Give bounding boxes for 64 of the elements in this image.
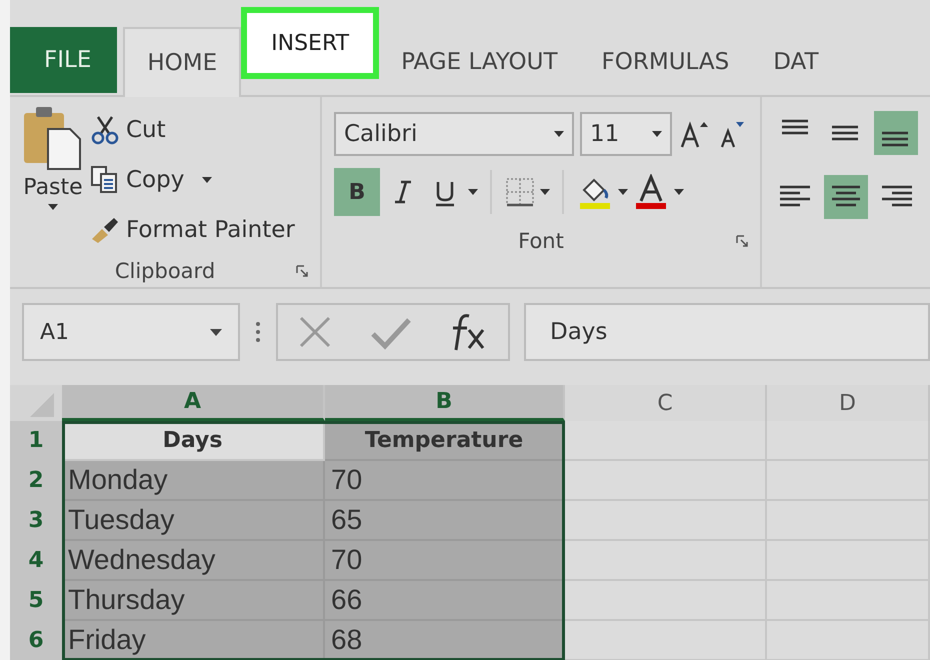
caret-icon bbox=[652, 131, 662, 137]
column-header[interactable]: B bbox=[325, 385, 565, 421]
table-cell[interactable] bbox=[565, 461, 767, 501]
caret-icon[interactable] bbox=[540, 189, 550, 195]
copy-icon bbox=[90, 165, 120, 195]
table-cell[interactable]: Days bbox=[62, 421, 325, 461]
row-header[interactable]: 4 bbox=[10, 541, 62, 581]
clipboard-command[interactable]: Copy bbox=[90, 155, 295, 205]
table-cell[interactable] bbox=[565, 541, 767, 581]
grip-icon[interactable] bbox=[254, 320, 262, 344]
font-name-field[interactable]: Calibri bbox=[334, 112, 574, 156]
table-cell[interactable]: 70 bbox=[325, 461, 565, 501]
ribbon-tab[interactable]: DAT bbox=[751, 29, 841, 95]
ribbon-tab[interactable]: FORMULAS bbox=[580, 29, 752, 95]
paintbrush-icon bbox=[90, 215, 120, 245]
table-cell[interactable] bbox=[565, 621, 767, 660]
table-cell[interactable]: Monday bbox=[62, 461, 325, 501]
row-header[interactable]: 6 bbox=[10, 621, 62, 660]
bold-button[interactable]: B bbox=[334, 168, 380, 216]
table-cell[interactable]: 65 bbox=[325, 501, 565, 541]
row-header[interactable]: 3 bbox=[10, 501, 62, 541]
ribbon-tab[interactable]: INSERT bbox=[241, 7, 380, 79]
font-size-field[interactable]: 11 bbox=[580, 112, 672, 156]
table-cell[interactable]: 66 bbox=[325, 581, 565, 621]
clipboard-command[interactable]: Format Painter bbox=[90, 205, 295, 255]
column-header[interactable]: C bbox=[565, 385, 767, 421]
table-cell[interactable]: Wednesday bbox=[62, 541, 325, 581]
borders-icon[interactable] bbox=[504, 176, 536, 208]
table-cell[interactable]: Tuesday bbox=[62, 501, 325, 541]
row-header[interactable]: 1 bbox=[10, 421, 62, 461]
ribbon-tab[interactable]: HOME bbox=[123, 27, 242, 97]
scissors-icon bbox=[90, 115, 120, 145]
table-cell[interactable] bbox=[565, 421, 767, 461]
group-title: Clipboard bbox=[114, 259, 216, 283]
caret-icon bbox=[48, 204, 58, 210]
ribbon-tab[interactable]: PAGE LAYOUT bbox=[379, 29, 580, 95]
clipboard-icon bbox=[22, 105, 84, 171]
table-cell[interactable]: Temperature bbox=[325, 421, 565, 461]
row-header[interactable]: 2 bbox=[10, 461, 62, 501]
column-header[interactable]: D bbox=[767, 385, 930, 421]
launcher-icon[interactable] bbox=[296, 265, 308, 277]
name-box[interactable]: A1 bbox=[22, 303, 240, 361]
table-cell[interactable]: 70 bbox=[325, 541, 565, 581]
group-title: Font bbox=[518, 229, 564, 253]
table-cell[interactable] bbox=[565, 501, 767, 541]
clipboard-command[interactable]: Cut bbox=[90, 105, 295, 155]
table-cell[interactable]: 68 bbox=[325, 621, 565, 660]
caret-icon bbox=[210, 328, 222, 336]
table-cell[interactable] bbox=[565, 581, 767, 621]
caret-icon[interactable] bbox=[618, 189, 628, 195]
caret-icon[interactable] bbox=[674, 189, 684, 195]
caret-icon[interactable] bbox=[468, 189, 478, 195]
table-cell[interactable]: Thursday bbox=[62, 581, 325, 621]
table-cell[interactable]: Friday bbox=[62, 621, 325, 660]
column-header[interactable]: A bbox=[62, 385, 325, 421]
paste-button[interactable]: Paste bbox=[22, 105, 84, 255]
align-icon[interactable] bbox=[824, 175, 868, 219]
align-icon[interactable] bbox=[874, 111, 918, 155]
launcher-icon[interactable] bbox=[736, 235, 748, 247]
formula-field[interactable]: Days bbox=[524, 303, 930, 361]
ribbon-tab[interactable]: FILE bbox=[10, 27, 118, 93]
caret-icon bbox=[554, 131, 564, 137]
table-cell[interactable] bbox=[767, 421, 930, 461]
row-header[interactable]: 5 bbox=[10, 581, 62, 621]
